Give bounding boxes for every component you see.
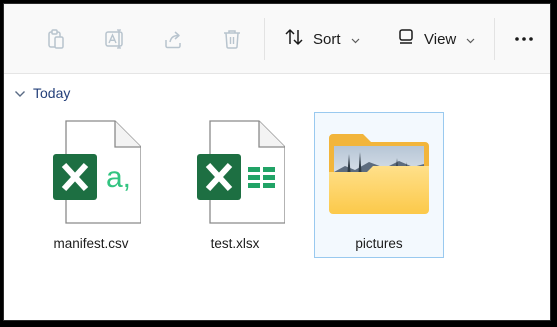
excel-csv-icon: a, [27, 119, 155, 227]
folder-item-pictures[interactable]: pictures [314, 112, 444, 258]
view-icon [396, 27, 416, 51]
rename-button[interactable] [98, 22, 132, 56]
view-button[interactable]: View [396, 22, 475, 56]
sort-label: Sort [313, 30, 341, 48]
share-button[interactable] [156, 22, 190, 56]
chevron-down-icon [466, 31, 475, 48]
excel-icon [171, 119, 299, 227]
group-header-today[interactable]: Today [14, 85, 70, 101]
group-title: Today [33, 85, 71, 101]
command-bar: Sort View [4, 4, 550, 74]
chevron-down-icon [351, 31, 360, 48]
delete-button[interactable] [215, 22, 249, 56]
toolbar-separator [494, 18, 495, 60]
share-icon [162, 28, 184, 50]
file-name: pictures [355, 236, 403, 251]
view-label: View [424, 30, 457, 48]
copy-icon [45, 28, 67, 50]
folder-icon [315, 119, 443, 227]
chevron-down-icon [14, 85, 26, 101]
delete-icon [221, 28, 243, 50]
sort-button[interactable]: Sort [283, 22, 360, 56]
file-name: manifest.csv [53, 236, 129, 251]
file-list-area[interactable]: Today a, manifest.csv test.xlsx pictures [4, 74, 550, 320]
file-explorer-window: Sort View Today a, manifest.csv test.xls… [3, 3, 551, 321]
file-item-manifest-csv[interactable]: a, manifest.csv [26, 112, 156, 258]
copy-button[interactable] [39, 22, 73, 56]
sort-icon [283, 26, 305, 52]
more-options-icon [513, 36, 535, 42]
svg-text:a,: a, [106, 161, 131, 194]
more-options-button[interactable] [507, 22, 541, 56]
rename-icon [104, 28, 126, 50]
file-item-test-xlsx[interactable]: test.xlsx [170, 112, 300, 258]
toolbar-separator [264, 18, 265, 60]
file-name: test.xlsx [210, 236, 260, 251]
